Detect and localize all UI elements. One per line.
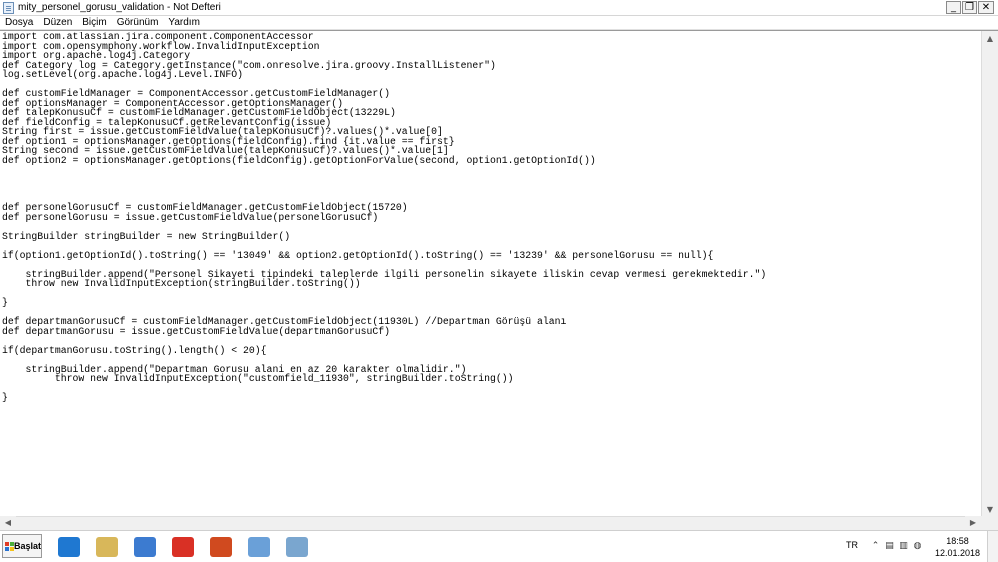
menu-bicim[interactable]: Biçim xyxy=(77,16,111,29)
code-line: def departmanGorusu = issue.getCustomFie… xyxy=(2,325,391,337)
code-line: log.setLevel(org.apache.log4j.Level.INFO… xyxy=(2,69,244,80)
code-line: StringBuilder stringBuilder = new String… xyxy=(2,230,291,242)
horizontal-scrollbar[interactable]: ◀ ▶ xyxy=(0,516,981,530)
network-icon[interactable]: ▥ xyxy=(899,541,908,551)
code-line: throw new InvalidInputException("customf… xyxy=(2,373,514,384)
clock-time: 18:58 xyxy=(946,536,969,546)
window-title: mity_personel_gorusu_validation - Not De… xyxy=(18,2,221,13)
scroll-right-icon[interactable]: ▶ xyxy=(965,516,981,530)
menu-yardim[interactable]: Yardım xyxy=(163,16,205,29)
taskbar-app-paint[interactable] xyxy=(244,534,274,560)
clock[interactable]: 18:58 12.01.2018 xyxy=(935,535,980,559)
taskbar: Başlat TR ⌃ ▤ ▥ ◍ 18:58 12.01.2018 xyxy=(0,530,998,562)
taskbar-app-chrome[interactable] xyxy=(168,534,198,560)
scroll-up-icon[interactable]: ▲ xyxy=(982,31,998,47)
menu-gorunum[interactable]: Görünüm xyxy=(112,16,164,29)
show-hidden-icons-icon[interactable]: ⌃ xyxy=(871,541,880,551)
taskbar-app-internet-explorer[interactable] xyxy=(54,534,84,560)
code-line: } xyxy=(2,297,8,308)
notepad-icon xyxy=(3,2,14,14)
scrollbar-corner xyxy=(981,516,998,530)
start-button[interactable]: Başlat xyxy=(2,534,42,558)
minimize-button[interactable]: _ xyxy=(946,1,961,14)
title-bar[interactable]: mity_personel_gorusu_validation - Not De… xyxy=(0,0,998,16)
code-line: } xyxy=(2,392,8,403)
close-button[interactable]: ✕ xyxy=(978,1,994,14)
taskbar-app-file-explorer[interactable] xyxy=(92,534,122,560)
taskbar-app-outlook[interactable] xyxy=(206,534,236,560)
volume-muted-icon[interactable]: ◍ xyxy=(913,541,922,551)
start-label: Başlat xyxy=(13,541,41,551)
chrome-icon xyxy=(172,537,194,557)
code-line: throw new InvalidInputException(stringBu… xyxy=(2,278,361,289)
windows-flag-icon xyxy=(5,541,14,551)
clock-date: 12.01.2018 xyxy=(934,548,980,558)
vertical-scrollbar[interactable]: ▲ ▼ xyxy=(981,31,998,518)
code-line: if(departmanGorusu.toString().length() <… xyxy=(2,344,267,356)
device-icon[interactable]: ▤ xyxy=(885,541,894,551)
menu-bar: Dosya Düzen Biçim Görünüm Yardım xyxy=(0,16,998,30)
scroll-left-icon[interactable]: ◀ xyxy=(0,516,16,530)
text-editor[interactable]: import com.atlassian.jira.component.Comp… xyxy=(0,30,998,530)
outlook-icon xyxy=(210,537,232,557)
menu-duzen[interactable]: Düzen xyxy=(38,16,77,29)
internet-explorer-icon xyxy=(58,537,80,557)
restore-button[interactable]: ❐ xyxy=(962,1,977,14)
code-line: def personelGorusu = issue.getCustomFiel… xyxy=(2,211,379,223)
taskbar-app-notepad[interactable] xyxy=(282,534,312,560)
file-explorer-icon xyxy=(96,537,118,557)
language-indicator[interactable]: TR xyxy=(846,540,858,550)
media-player-icon xyxy=(134,537,156,557)
window-controls: _ ❐ ✕ xyxy=(946,1,994,14)
editor-text-area[interactable]: import com.atlassian.jira.component.Comp… xyxy=(2,32,980,517)
system-tray: TR ⌃ ▤ ▥ ◍ 18:58 12.01.2018 xyxy=(838,531,998,562)
notepad-icon xyxy=(286,537,308,557)
menu-dosya[interactable]: Dosya xyxy=(0,16,38,29)
paint-icon xyxy=(248,537,270,557)
taskbar-app-media-player[interactable] xyxy=(130,534,160,560)
code-line: def option2 = optionsManager.getOptions(… xyxy=(2,154,596,166)
show-desktop-button[interactable] xyxy=(987,531,998,562)
code-line: if(option1.getOptionId().toString() == '… xyxy=(2,249,714,261)
